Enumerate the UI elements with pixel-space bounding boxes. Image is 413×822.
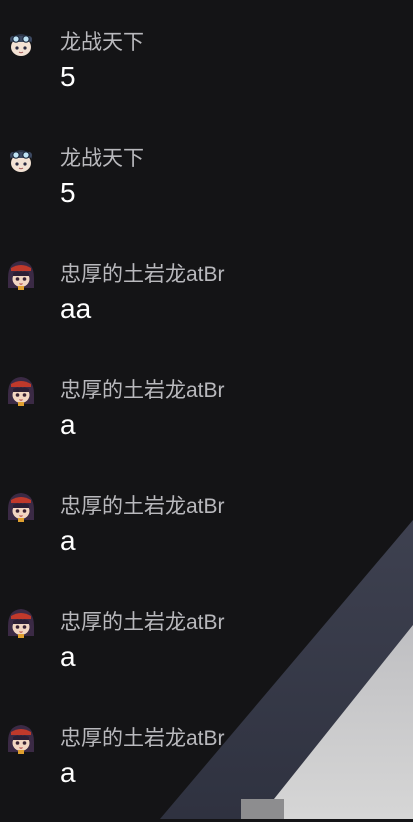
chat-username: 忠厚的土岩龙atBr [60, 727, 225, 750]
chat-message-text: a [60, 641, 76, 672]
chat-message: 忠厚的土岩龙atBr a [0, 490, 413, 590]
chat-username: 忠厚的土岩龙atBr [60, 263, 225, 286]
chat-username: 忠厚的土岩龙atBr [60, 611, 225, 634]
chat-message-text: 5 [60, 177, 76, 208]
hooded-girl-avatar-icon[interactable] [4, 258, 38, 292]
chat-message: 忠厚的土岩龙atBr a [0, 374, 413, 474]
hooded-girl-avatar-icon[interactable] [4, 606, 38, 640]
hooded-girl-avatar-icon[interactable] [4, 722, 38, 756]
goggles-avatar-icon[interactable] [4, 26, 38, 60]
chat-message: 忠厚的土岩龙atBr aa [0, 258, 413, 358]
goggles-avatar-icon[interactable] [4, 142, 38, 176]
chat-message-text: 5 [60, 61, 76, 92]
chat-message: 龙战天下 5 [0, 142, 413, 242]
chat-username: 龙战天下 [60, 31, 144, 54]
chat-message: 忠厚的土岩龙atBr a [0, 722, 413, 822]
chat-log: 龙战天下 5 龙战天下 5 忠厚的土岩龙atBr aa 忠厚的土岩龙atBr a… [0, 0, 413, 819]
chat-username: 龙战天下 [60, 147, 144, 170]
chat-message-text: a [60, 757, 76, 788]
hooded-girl-avatar-icon[interactable] [4, 490, 38, 524]
chat-message-text: a [60, 409, 76, 440]
hooded-girl-avatar-icon[interactable] [4, 374, 38, 408]
chat-message-text: a [60, 525, 76, 556]
chat-username: 忠厚的土岩龙atBr [60, 495, 225, 518]
chat-message: 忠厚的土岩龙atBr a [0, 606, 413, 706]
chat-message-text: aa [60, 293, 92, 324]
chat-username: 忠厚的土岩龙atBr [60, 379, 225, 402]
chat-message: 龙战天下 5 [0, 26, 413, 126]
